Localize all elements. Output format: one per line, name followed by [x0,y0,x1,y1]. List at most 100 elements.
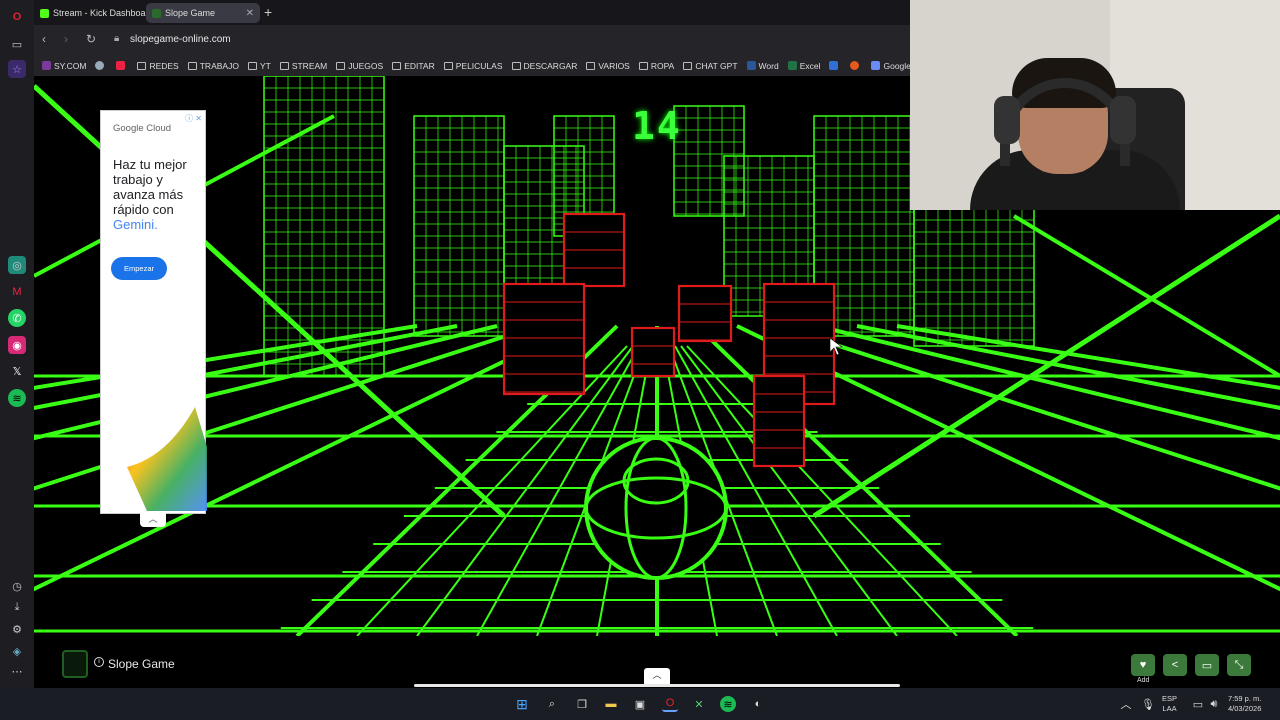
bookmark-label: STREAM [291,60,328,71]
folder-icon [247,61,257,70]
bookmark-juegos[interactable]: JUEGOS [336,61,383,71]
briefcase-icon[interactable]: ▭ [8,35,26,53]
bookmark-label: ROPA [650,60,675,71]
bookmark-varios[interactable]: VARIOS [586,61,630,71]
ad-cta-button[interactable]: Empezar [111,257,167,280]
bookmark-sycom[interactable]: SY.COM [42,61,86,71]
bookmark-cloud[interactable] [95,61,107,70]
slope-logo-icon[interactable] [62,650,88,678]
chatgpt-icon[interactable]: ◎ [8,256,26,274]
share-button[interactable]: < [1163,654,1187,676]
spotify-taskbar-icon[interactable]: ≋ [720,696,736,712]
store-icon[interactable]: ▣ [632,696,648,712]
bookmark-yt[interactable]: YT [247,60,271,71]
network-icon[interactable]: ▭ [1190,696,1206,712]
settings-gear-icon[interactable]: ⚙ [8,620,26,638]
bookmark-peliculas[interactable]: PELICULAS [443,60,503,71]
gemini-icon [871,61,881,70]
close-tab-icon[interactable]: ✕ [246,8,254,19]
fullscreen-button[interactable]: ⤡ [1227,654,1251,676]
forward-arrow-icon[interactable]: › [64,32,68,46]
headphone-ear-left [994,96,1020,144]
bookmarks-bar: SY.COM REDES TRABAJO YT STREAM JUEGOS ED… [34,55,940,76]
m-app-icon [829,61,839,70]
bookmark-label: PELICULAS [455,60,503,71]
bookmark-descargar[interactable]: DESCARGAR [511,61,577,71]
tab-slope-game[interactable]: Slope Game ✕ [146,3,260,23]
bookmark-label: VARIOS [598,60,630,71]
file-explorer-icon[interactable]: ▬ [603,696,619,712]
red-obstacle [630,326,676,378]
bookmark-word[interactable]: Word [746,61,779,71]
aria-icon[interactable]: ☆ [8,60,26,78]
bookmark-trabajo[interactable]: TRABAJO [187,60,239,71]
extensions-icon[interactable]: ◈ [8,642,26,660]
history-icon[interactable]: ◷ [8,577,26,595]
floor-grid-line [816,324,1280,441]
folder-icon [279,61,289,70]
bookmark-gmail[interactable] [116,61,128,70]
reload-icon[interactable]: ↻ [86,32,96,46]
downloads-icon[interactable]: ⤓ [8,598,26,616]
clock-time: 7:59 p. m. [1228,694,1262,703]
folder-icon [187,61,197,70]
windows-taskbar: ⊞ ⌕ ❐ ▬ ▣ O ✕ ≋ ◐ ︿ 🎙︎ ESP LAA ▭ 🔊︎ 7:59… [0,688,1280,720]
opera-logo-icon[interactable]: O [8,8,26,26]
clock[interactable]: 7:59 p. m. 4/03/2026 [1228,694,1261,714]
search-icon[interactable]: ⌕ [544,696,560,712]
tab-label: Stream - Kick Dashboard [53,8,154,18]
bookmark-m[interactable] [829,61,841,70]
x-twitter-icon[interactable]: 𝕏 [8,362,26,380]
tab-kick-dashboard[interactable]: Stream - Kick Dashboard [34,3,154,23]
instagram-icon[interactable]: ◉ [8,336,26,354]
more-dots-icon[interactable]: ⋯ [8,662,26,680]
whatsapp-icon[interactable]: ✆ [8,309,26,327]
game-title[interactable]: Slope Game [108,657,175,671]
opera-gx-taskbar-icon[interactable]: O [662,696,678,712]
bookmark-label: TRABAJO [199,60,239,71]
microphone-icon[interactable]: 🎙︎ [1140,696,1156,712]
tray-chevron-icon[interactable]: ︿ [1118,696,1134,712]
bookmark-excel[interactable]: Excel [787,61,820,71]
clock-date: 4/03/2026 [1228,704,1262,713]
bookmark-ropa[interactable]: ROPA [638,60,675,71]
spotify-icon[interactable]: ≋ [8,389,26,407]
google-cloud-ad[interactable]: ⓘ ✕ Google Cloud Haz tu mejor trabajo y … [100,110,207,514]
ad-collapse-chevron-icon[interactable]: ︿ [140,513,166,527]
language-indicator[interactable]: ESP LAA [1162,694,1177,714]
expand-chevron-icon[interactable]: ︿ [644,668,670,684]
word-icon [746,61,756,70]
folder-icon [443,61,453,70]
new-tab-plus-icon[interactable]: + [264,4,272,20]
red-obstacle [677,284,733,343]
ad-info-close-icon[interactable]: ⓘ ✕ [185,113,202,124]
windows-start-icon[interactable]: ⊞ [514,696,530,712]
language-code: ESP [1162,694,1178,703]
bookmark-favicon-icon [42,61,51,70]
volume-icon[interactable]: 🔊︎ [1206,696,1222,712]
url-field[interactable]: slopegame-online.com [130,34,231,45]
floor-grid-line [695,324,1019,636]
theater-mode-button[interactable]: ▭ [1195,654,1219,676]
bookmark-label: REDES [149,60,179,71]
obs-icon[interactable]: ◐ [750,696,766,712]
xbox-icon[interactable]: ✕ [691,696,707,712]
folder-icon [511,61,521,70]
task-view-icon[interactable]: ❐ [574,696,590,712]
bookmark-editar[interactable]: EDITAR [392,61,435,71]
cloud-icon [95,61,105,70]
bookmark-label: YT [259,60,271,71]
bookmark-redes[interactable]: REDES [137,60,179,71]
folder-icon [137,61,147,70]
info-circle-icon: i [94,657,104,667]
bookmark-chatgpt[interactable]: CHAT GPT [683,61,738,71]
region-code: LAA [1162,704,1177,713]
bookmark-o[interactable] [850,61,862,70]
favorite-heart-button[interactable]: ♥ [1131,654,1155,676]
back-arrow-icon[interactable]: ‹ [42,32,46,46]
folder-icon [683,61,693,70]
bookmark-label: JUEGOS [348,60,384,71]
folder-icon [586,61,596,70]
bookmark-stream[interactable]: STREAM [279,60,328,71]
gmail-icon[interactable]: M [8,283,26,301]
